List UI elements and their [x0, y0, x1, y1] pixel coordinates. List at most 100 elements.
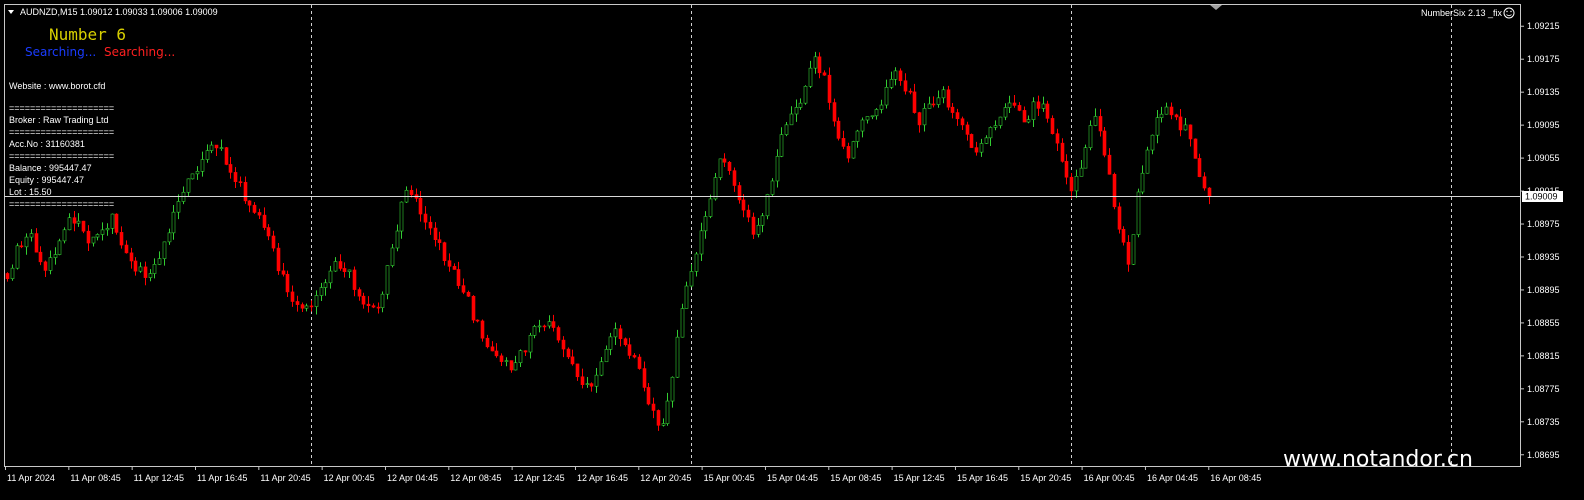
candle-bull: [1074, 176, 1079, 192]
candle-bear: [1174, 114, 1179, 118]
candle-bull: [680, 308, 685, 338]
candle-bear: [722, 158, 727, 163]
candle-bull: [760, 215, 765, 226]
candle-bear: [618, 328, 623, 340]
candle-bull: [784, 124, 789, 135]
candle-bull: [1136, 191, 1141, 235]
candle-bull: [1155, 117, 1160, 136]
candle-bear: [1178, 116, 1183, 131]
price-tick-label: 1.08855: [1527, 318, 1560, 328]
candle-bull: [789, 113, 794, 126]
candle-bull: [756, 224, 761, 235]
candle-bear: [946, 89, 951, 108]
candle-bull: [518, 350, 523, 364]
candle-bear: [1193, 138, 1198, 159]
time-tick-label: 11 Apr 2024: [7, 473, 55, 483]
candle-bear: [5, 273, 10, 279]
candle-bear: [651, 403, 656, 411]
candle-bear: [281, 270, 286, 275]
candle-bull: [328, 270, 333, 284]
candle-bear: [575, 363, 580, 378]
candle-bull: [390, 247, 395, 266]
candle-bull: [879, 104, 884, 110]
candle-bear: [1060, 142, 1065, 162]
candle-bear: [1121, 228, 1126, 243]
candle-bull: [813, 56, 818, 69]
candle-bull: [532, 326, 537, 336]
candle-bear: [433, 227, 438, 240]
candle-bull: [718, 158, 723, 178]
candle-bear: [1197, 158, 1202, 177]
candle-bear: [34, 233, 39, 253]
candle-bull: [195, 171, 200, 175]
candle-bear: [376, 306, 381, 309]
candle-bull: [860, 119, 865, 132]
price-tick-label: 1.09135: [1527, 87, 1560, 97]
candle-bear: [494, 350, 499, 357]
time-tick-label: 11 Apr 16:45: [197, 473, 247, 483]
candle-bull: [105, 228, 110, 231]
candle-bull: [1164, 106, 1169, 115]
candle-bear: [418, 197, 423, 215]
candle-bear: [143, 266, 148, 278]
ea-broker: Broker : Raw Trading Ltd: [9, 115, 109, 125]
candle-bear: [247, 200, 252, 206]
candle-bear: [114, 213, 119, 233]
candle-bear: [133, 260, 138, 272]
chart-shift-marker-icon[interactable]: [1210, 5, 1222, 10]
candle-bear: [523, 350, 528, 353]
ea-separator: ====================: [9, 103, 114, 113]
candle-bull: [1088, 125, 1093, 148]
time-tick-label: 15 Apr 08:45: [830, 473, 881, 483]
candle-bear: [974, 147, 979, 153]
price-axis[interactable]: 1.09215 1.09175 1.09135 1.09095 1.09055 1.090…: [1520, 21, 1560, 460]
price-tick-label: 1.08695: [1527, 450, 1560, 460]
candle-bear: [471, 295, 476, 321]
candle-bear: [732, 170, 737, 186]
watermark-text: www.notandor.cn: [1283, 447, 1473, 472]
candle-bull: [779, 134, 784, 157]
price-tick-label: 1.09215: [1527, 21, 1560, 31]
candle-bull: [694, 253, 699, 272]
candle-bull: [138, 266, 143, 272]
candle-bull: [922, 108, 927, 126]
candle-bull: [1031, 101, 1036, 120]
time-tick-label: 12 Apr 12:45: [514, 473, 565, 483]
time-axis[interactable]: 11 Apr 2024 11 Apr 08:45 11 Apr 12:45 11 Ap…: [5, 466, 1262, 483]
candle-bear: [19, 245, 24, 248]
price-chart[interactable]: AUDNZD,M15 1.09012 1.09033 1.09006 1.090…: [0, 0, 1584, 496]
candle-bull: [608, 336, 613, 350]
ea-title: Number 6: [49, 25, 126, 44]
candle-bear: [480, 320, 485, 339]
candle-bull: [167, 232, 172, 243]
candle-bear: [903, 80, 908, 92]
candle-bull: [613, 328, 618, 338]
chart-window[interactable]: AUDNZD,M15 1.09012 1.09033 1.09006 1.090…: [0, 0, 1584, 496]
candle-bull: [803, 85, 808, 104]
candle-bull: [1083, 147, 1088, 169]
candle-bull: [513, 362, 518, 371]
candle-bull: [190, 173, 195, 180]
candle-bull: [670, 376, 675, 402]
time-tick-label: 16 Apr 00:45: [1084, 473, 1135, 483]
candle-bear: [295, 301, 300, 305]
candle-bull: [95, 234, 100, 238]
candle-bear: [233, 172, 238, 182]
candle-bear: [1017, 105, 1022, 111]
indicator-label: NumberSix 2.13 _fix: [1421, 8, 1503, 18]
ea-separator: ====================: [9, 127, 114, 137]
candle-bear: [452, 266, 457, 270]
candle-bear: [832, 102, 837, 122]
symbol-menu-triangle-icon[interactable]: [8, 10, 14, 14]
symbol-info: AUDNZD,M15 1.09012 1.09033 1.09006 1.090…: [20, 7, 218, 17]
time-tick-label: 15 Apr 20:45: [1020, 473, 1071, 483]
candle-bear: [1202, 176, 1207, 189]
candle-bear: [542, 325, 547, 328]
candle-bear: [271, 235, 276, 249]
candle-bull: [993, 125, 998, 128]
candle-bear: [423, 213, 428, 223]
ea-info-panel: Number 6 Searching... Searching... Websi…: [9, 25, 175, 209]
candle-bear: [561, 339, 566, 350]
candle-bull: [775, 156, 780, 182]
candle-bull: [675, 336, 680, 378]
